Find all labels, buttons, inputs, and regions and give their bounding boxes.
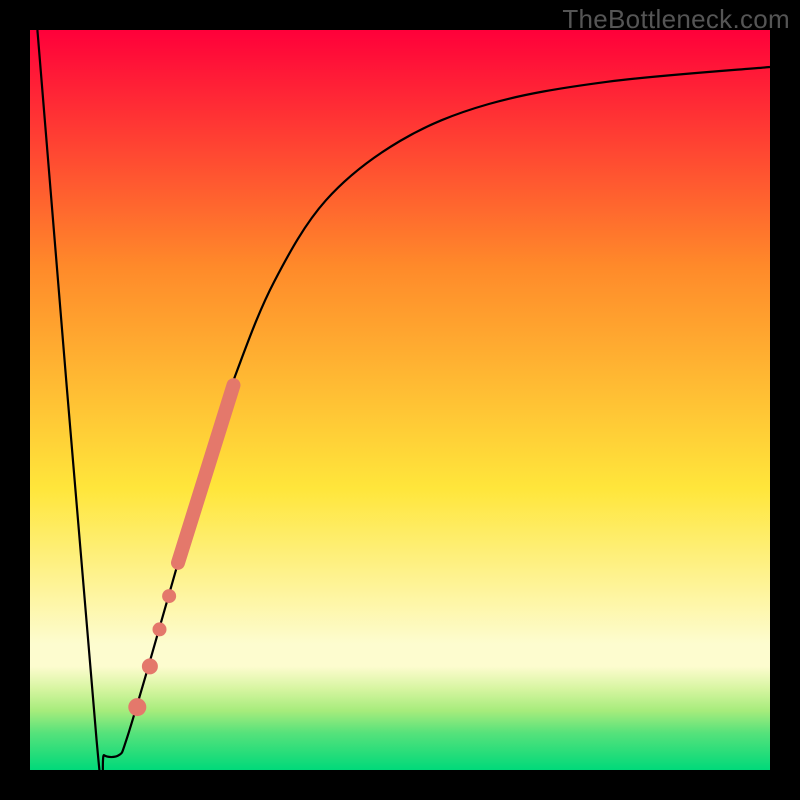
marker-dot <box>142 658 158 674</box>
marker-dot <box>153 622 167 636</box>
bottleneck-chart <box>0 0 800 800</box>
marker-dot <box>162 589 176 603</box>
chart-container: TheBottleneck.com <box>0 0 800 800</box>
watermark-text: TheBottleneck.com <box>562 4 790 35</box>
marker-dot <box>128 698 146 716</box>
